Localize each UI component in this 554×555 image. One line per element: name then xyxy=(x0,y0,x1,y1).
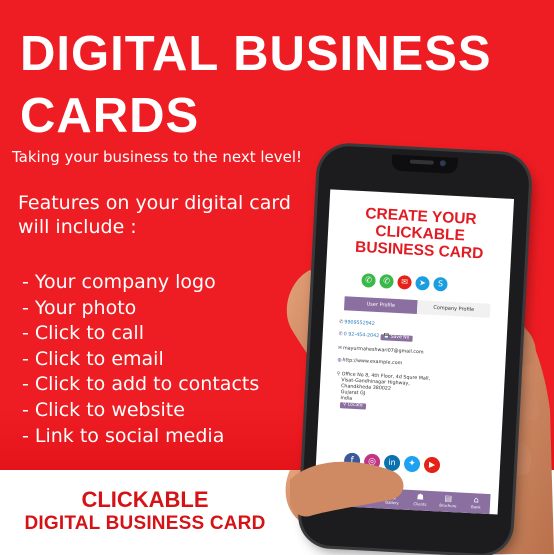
bottom-caption-line-2: DIGITAL BUSINESS CARD xyxy=(24,513,266,534)
nav-brochure-label: Brochure xyxy=(439,502,457,509)
address-line-5: India xyxy=(340,396,353,402)
bottom-caption-line-1: CLICKABLE xyxy=(81,487,209,512)
feature-item: - Click to email xyxy=(22,347,164,370)
save-number-label: Save No xyxy=(390,334,410,341)
save-number-button[interactable]: 💾 Save No xyxy=(380,334,413,342)
contact-icons-row: ✆ ✆ ✉ ➤ S xyxy=(361,273,448,292)
phone-number-1: 9909552942 xyxy=(344,320,375,327)
feature-item: - Click to website xyxy=(22,398,185,421)
feature-item: - Your photo xyxy=(22,296,137,319)
address-block: ⚲Office No 8, 4th Floor, 4d Squre Mall, … xyxy=(335,372,430,413)
thumb-overlay xyxy=(290,461,404,517)
locate-button[interactable]: ⚲ Locate xyxy=(339,402,366,410)
phone-number-2-row[interactable]: ✆0 92-454-2042 💾 Save No xyxy=(339,332,413,342)
phone-number-2: 0 92-454-2042 xyxy=(343,332,380,340)
tab-user-profile[interactable]: User Profile xyxy=(343,296,418,315)
headline-line-1: DIGITAL BUSINESS xyxy=(20,27,492,81)
skype-icon[interactable]: S xyxy=(433,276,448,292)
website-url: http://www.example.com xyxy=(342,358,403,367)
nav-brochure[interactable]: ▤ Brochure xyxy=(434,491,463,512)
feature-item: - Click to add to contacts xyxy=(22,373,260,396)
email-address: mayurmaheshwari07@gmail.com xyxy=(342,346,424,356)
locate-label: Locate xyxy=(347,402,363,409)
feature-item: - Click to call xyxy=(22,322,144,345)
phone-icon[interactable]: ✆ xyxy=(361,273,376,288)
website-row[interactable]: ◍http://www.example.com xyxy=(337,358,402,367)
headline-line-2: CARDS xyxy=(20,89,200,143)
feature-item: - Your company logo xyxy=(22,271,216,293)
feature-item: - Link to social media xyxy=(22,424,225,447)
nav-clients-label: Clients xyxy=(413,501,427,507)
nav-bank[interactable]: ⌂ Bank xyxy=(462,493,491,514)
telegram-icon[interactable]: ➤ xyxy=(415,275,430,291)
tab-company-profile[interactable]: Company Profile xyxy=(416,300,491,318)
features-list: - Your company logo - Your photo - Click… xyxy=(22,270,259,449)
tagline: Taking your business to the next level! xyxy=(12,148,303,166)
whatsapp-icon[interactable]: ✆ xyxy=(379,274,394,289)
nav-bank-label: Bank xyxy=(470,504,481,510)
email-icon[interactable]: ✉ xyxy=(397,275,412,290)
phone-number-1-row[interactable]: ✆9909552942 xyxy=(339,320,375,328)
email-row[interactable]: ✉mayurmaheshwari07@gmail.com xyxy=(338,346,424,356)
profile-tabs: User Profile Company Profile xyxy=(343,296,491,318)
youtube-icon[interactable]: ▶ xyxy=(423,456,441,474)
